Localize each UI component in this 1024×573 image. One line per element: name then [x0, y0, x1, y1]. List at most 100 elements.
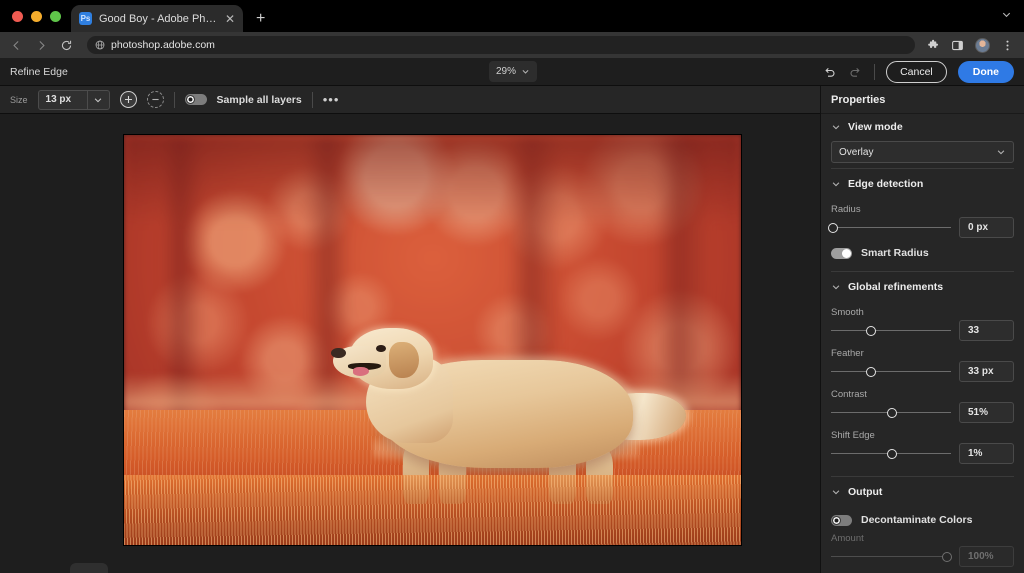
side-panel-icon[interactable] — [951, 39, 964, 52]
brush-subtract-icon[interactable] — [146, 91, 164, 108]
smooth-slider[interactable] — [831, 323, 951, 339]
extensions-puzzle-icon[interactable] — [927, 39, 940, 52]
chevron-down-icon — [831, 487, 841, 497]
more-options-icon[interactable]: ••• — [323, 92, 340, 107]
browser-url-bar: photoshop.adobe.com — [0, 32, 1024, 58]
browser-toolbar-icons — [927, 37, 1014, 53]
contrast-slider[interactable] — [831, 405, 951, 421]
chevron-down-icon — [831, 282, 841, 292]
browser-menu-icon[interactable] — [1001, 39, 1014, 52]
contrast-label: Contrast — [831, 389, 867, 400]
address-bar[interactable]: photoshop.adobe.com — [87, 36, 915, 54]
section-header-global-refinements[interactable]: Global refinements — [831, 274, 1014, 300]
section-view-mode: View mode Overlay — [821, 114, 1024, 163]
properties-panel: Properties View mode Overlay Edge detect… — [820, 86, 1024, 573]
canvas-area[interactable] — [0, 114, 820, 573]
brush-size-field[interactable]: 13 px — [37, 89, 110, 110]
feather-slider[interactable] — [831, 364, 951, 380]
feather-row: 33 px — [831, 361, 1014, 382]
contrast-value[interactable]: 51% — [959, 402, 1014, 423]
shift-edge-label: Shift Edge — [831, 430, 875, 441]
photoshop-web-window: Ps Good Boy - Adobe Photoshop ✕ + photos… — [0, 0, 1024, 573]
section-title: Global refinements — [848, 281, 944, 293]
smooth-value[interactable]: 33 — [959, 320, 1014, 341]
chevron-down-icon — [831, 122, 841, 132]
section-title: Edge detection — [848, 178, 924, 190]
amount-row: 100% — [831, 546, 1014, 567]
zoom-selector[interactable]: 29% — [489, 61, 538, 82]
section-title: View mode — [848, 121, 903, 133]
brush-add-icon[interactable] — [119, 91, 137, 108]
tool-options-bar: Size 13 px Sample all layers ••• — [0, 86, 820, 114]
decontaminate-colors-label: Decontaminate Colors — [861, 514, 973, 526]
done-button[interactable]: Done — [957, 61, 1014, 83]
browser-title-bar: Ps Good Boy - Adobe Photoshop ✕ + — [0, 0, 1024, 32]
new-tab-button[interactable]: + — [256, 10, 265, 28]
divider — [874, 64, 876, 80]
globe-icon — [95, 40, 105, 50]
browser-tab[interactable]: Ps Good Boy - Adobe Photoshop ✕ — [71, 5, 243, 32]
section-header-edge-detection[interactable]: Edge detection — [831, 171, 1014, 197]
floating-toolbar[interactable] — [70, 563, 108, 573]
redo-icon — [848, 65, 863, 80]
section-header-view-mode[interactable]: View mode — [831, 114, 1014, 140]
view-mode-value: Overlay — [839, 146, 874, 158]
sample-all-layers-toggle[interactable] — [184, 94, 207, 105]
undo-icon[interactable] — [822, 65, 837, 80]
view-mode-select[interactable]: Overlay — [831, 141, 1014, 163]
forward-arrow-icon[interactable] — [35, 39, 48, 52]
smooth-label: Smooth — [831, 307, 864, 318]
window-controls — [0, 11, 61, 32]
foreground-grass — [124, 475, 741, 545]
brush-size-value: 13 px — [45, 94, 72, 105]
chevron-down-icon — [521, 67, 530, 76]
brush-size-label: Size — [10, 94, 28, 105]
decontaminate-colors-toggle[interactable] — [831, 514, 852, 526]
feather-label: Feather — [831, 348, 864, 359]
section-header-output[interactable]: Output — [831, 479, 1014, 505]
shift-edge-value[interactable]: 1% — [959, 443, 1014, 464]
document-image[interactable] — [124, 135, 741, 545]
refine-edge-title: Refine Edge — [10, 65, 68, 78]
header-actions: Cancel Done — [822, 58, 1014, 86]
radius-row: 0 px — [828, 217, 1014, 238]
section-output: Output Decontaminate Colors Amount 100% … — [821, 479, 1024, 573]
decontaminate-colors-row: Decontaminate Colors — [831, 514, 1014, 526]
section-title: Output — [848, 486, 883, 498]
divider — [831, 271, 1014, 272]
chevron-down-icon[interactable] — [1001, 7, 1012, 25]
shift-edge-slider[interactable] — [831, 446, 951, 462]
zoom-level-value: 29% — [496, 66, 517, 77]
cancel-button[interactable]: Cancel — [886, 61, 947, 83]
amount-value: 100% — [959, 546, 1014, 567]
minimize-window-button[interactable] — [31, 11, 42, 22]
divider — [831, 476, 1014, 477]
close-icon[interactable]: ✕ — [225, 13, 235, 25]
back-arrow-icon[interactable] — [10, 39, 23, 52]
contrast-row: 51% — [831, 402, 1014, 423]
chevron-down-icon[interactable] — [86, 90, 109, 109]
section-edge-detection: Edge detection Radius 0 px Smart Radius — [821, 171, 1024, 259]
tab-title: Good Boy - Adobe Photoshop — [99, 12, 218, 25]
amount-label: Amount — [831, 533, 864, 544]
reload-icon[interactable] — [60, 39, 73, 52]
smart-radius-label: Smart Radius — [861, 247, 929, 259]
radius-slider[interactable] — [828, 220, 951, 236]
radius-label: Radius — [831, 204, 861, 215]
divider — [311, 91, 313, 108]
divider — [831, 168, 1014, 169]
smooth-row: 33 — [831, 320, 1014, 341]
close-window-button[interactable] — [12, 11, 23, 22]
shift-edge-row: 1% — [831, 443, 1014, 464]
url-text: photoshop.adobe.com — [111, 39, 215, 51]
chevron-down-icon — [831, 179, 841, 189]
maximize-window-button[interactable] — [50, 11, 61, 22]
radius-value[interactable]: 0 px — [959, 217, 1014, 238]
photoshop-favicon: Ps — [79, 12, 92, 25]
smart-radius-row: Smart Radius — [831, 247, 1014, 259]
smart-radius-toggle[interactable] — [831, 247, 852, 259]
section-global-refinements: Global refinements Smooth 33 Feather 33 … — [821, 274, 1024, 464]
feather-value[interactable]: 33 px — [959, 361, 1014, 382]
profile-avatar[interactable] — [975, 37, 990, 53]
divider — [173, 91, 175, 108]
